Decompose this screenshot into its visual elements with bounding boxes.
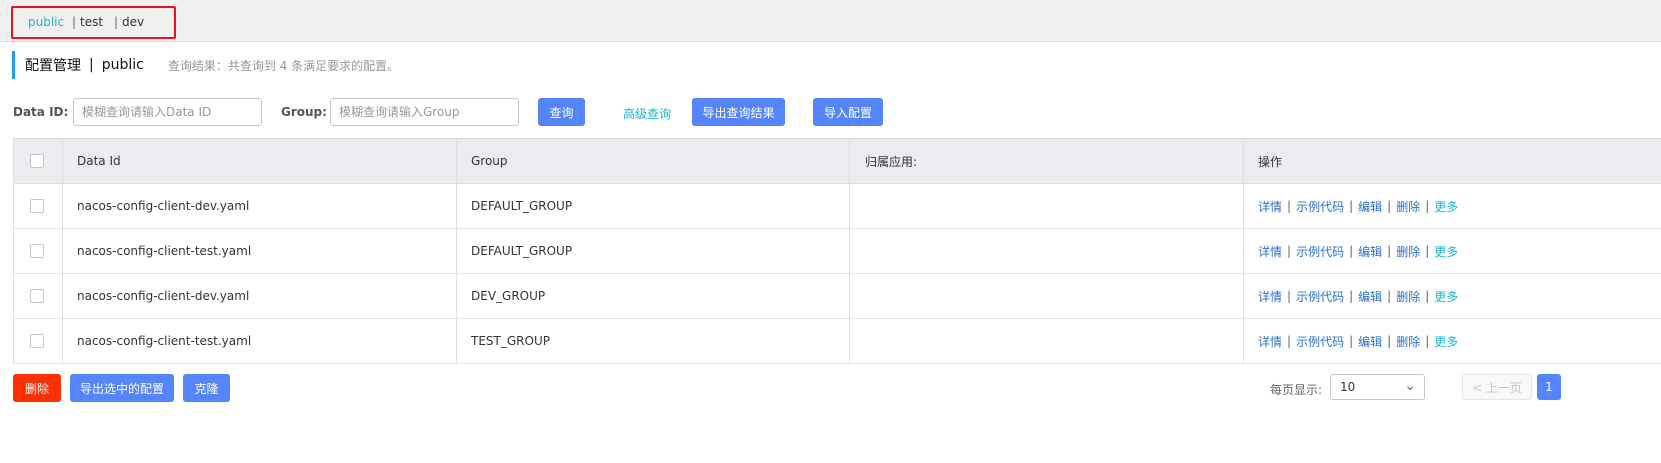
action-separator: | [1287,244,1292,258]
export-selected-button[interactable]: 导出选中的配置 [70,374,174,402]
query-result-text: 查询结果：共查询到 4 条满足要求的配置。 [167,58,400,73]
title-separator: | [89,57,94,73]
query-button[interactable]: 查询 [538,98,585,126]
action-separator: | [1349,199,1354,213]
row-checkbox[interactable] [30,334,44,348]
detail-link[interactable]: 详情 [1258,288,1282,305]
data-id-label: Data ID: [13,105,69,119]
header-data-id[interactable]: Data Id [77,139,121,183]
row-actions: 详情 | 示例代码 | 编辑 | 删除 | 更多 [1258,184,1458,228]
sample-code-link[interactable]: 示例代码 [1296,198,1344,215]
action-separator: | [1349,244,1354,258]
delete-link[interactable]: 删除 [1396,198,1420,215]
table-row: nacos-config-client-dev.yaml DEV_GROUP 详情 |… [14,274,1661,319]
detail-link[interactable]: 详情 [1258,333,1282,350]
group-input[interactable] [330,98,519,126]
delete-link[interactable]: 删除 [1396,288,1420,305]
delete-link[interactable]: 删除 [1396,243,1420,260]
sample-code-link[interactable]: 示例代码 [1296,288,1344,305]
edit-link[interactable]: 编辑 [1358,288,1382,305]
sample-code-link[interactable]: 示例代码 [1296,333,1344,350]
config-table: Data Id Group 归属应用: 操作 nacos-config-clie… [13,138,1661,364]
action-separator: | [1287,289,1292,303]
sample-code-link[interactable]: 示例代码 [1296,243,1344,260]
table-row: nacos-config-client-test.yaml TEST_GROUP 详… [14,319,1661,364]
edit-link[interactable]: 编辑 [1358,243,1382,260]
action-separator: | [1349,289,1354,303]
page-number-button[interactable]: 1 [1537,374,1561,400]
row-group: DEFAULT_GROUP [471,199,573,213]
more-link[interactable]: 更多 [1434,288,1458,305]
page-size-label: 每页显示: [1270,383,1323,397]
action-separator: | [1387,334,1392,348]
row-data-id: nacos-config-client-test.yaml [77,334,252,348]
row-select-cell [30,319,44,363]
namespace-tab-test[interactable]: test [80,15,103,29]
action-separator: | [1387,244,1392,258]
row-actions: 详情 | 示例代码 | 编辑 | 删除 | 更多 [1258,274,1458,318]
namespace-tab-public[interactable]: public [28,15,64,29]
edit-link[interactable]: 编辑 [1358,333,1382,350]
row-checkbox[interactable] [30,244,44,258]
action-separator: | [1287,199,1292,213]
row-select-cell [30,274,44,318]
detail-link[interactable]: 详情 [1258,198,1282,215]
advanced-query-link[interactable]: 高级查询 [623,105,671,122]
action-separator: | [1425,199,1430,213]
action-separator: | [1287,334,1292,348]
delete-link[interactable]: 删除 [1396,333,1420,350]
export-results-button[interactable]: 导出查询结果 [692,98,785,126]
group-label: Group: [281,105,327,119]
chevron-down-icon: ⌄ [1404,378,1416,394]
row-data-id: nacos-config-client-test.yaml [77,244,252,258]
namespace-tab-dev[interactable]: dev [122,15,144,29]
row-checkbox[interactable] [30,199,44,213]
row-checkbox[interactable] [30,289,44,303]
table-header: Data Id Group 归属应用: 操作 [14,139,1661,184]
page-title-bar: 配置管理 | public 查询结果：共查询到 4 条满足要求的配置。 [12,51,399,79]
action-separator: | [1387,199,1392,213]
page-title: 配置管理 [25,58,81,74]
title-namespace: public [101,57,144,73]
prev-page-button[interactable]: < 上一页 [1462,374,1532,400]
row-group: TEST_GROUP [471,334,550,348]
select-all-checkbox[interactable] [30,154,44,168]
more-link[interactable]: 更多 [1434,333,1458,350]
table-row: nacos-config-client-test.yaml DEFAULT_GRO… [14,229,1661,274]
namespace-bar: public | test | dev [0,0,1661,42]
row-data-id: nacos-config-client-dev.yaml [77,199,250,213]
select-all-cell [30,139,44,183]
action-separator: | [1425,334,1430,348]
edit-link[interactable]: 编辑 [1358,198,1382,215]
action-separator: | [1349,334,1354,348]
page-size-value: 10 [1340,380,1356,394]
namespace-separator: | [114,15,119,29]
namespace-separator: | [72,15,77,29]
page-size-select[interactable]: 10 ⌄ [1330,374,1425,400]
detail-link[interactable]: 详情 [1258,243,1282,260]
header-group[interactable]: Group [471,139,508,183]
row-data-id: nacos-config-client-dev.yaml [77,289,250,303]
header-app[interactable]: 归属应用: [865,139,917,183]
row-actions: 详情 | 示例代码 | 编辑 | 删除 | 更多 [1258,319,1458,363]
action-separator: | [1425,244,1430,258]
header-actions: 操作 [1258,154,1283,169]
action-separator: | [1425,289,1430,303]
more-link[interactable]: 更多 [1434,243,1458,260]
row-select-cell [30,229,44,273]
table-row: nacos-config-client-dev.yaml DEFAULT_GROU… [14,184,1661,229]
row-select-cell [30,184,44,228]
row-actions: 详情 | 示例代码 | 编辑 | 删除 | 更多 [1258,229,1458,273]
delete-selected-button[interactable]: 删除 [13,374,61,402]
import-config-button[interactable]: 导入配置 [813,98,883,126]
row-group: DEFAULT_GROUP [471,244,573,258]
more-link[interactable]: 更多 [1434,198,1458,215]
data-id-input[interactable] [73,98,262,126]
action-separator: | [1387,289,1392,303]
clone-button[interactable]: 克隆 [183,374,230,402]
row-group: DEV_GROUP [471,289,546,303]
